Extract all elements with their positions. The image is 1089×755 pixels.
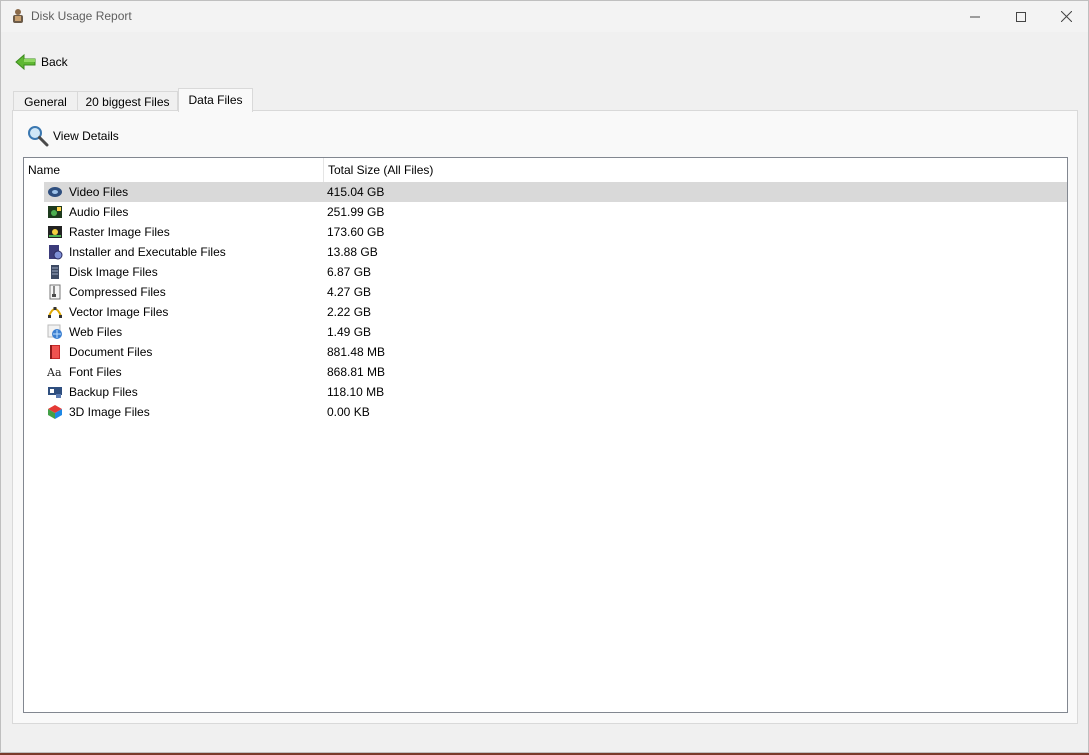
tab-data-files[interactable]: Data Files	[178, 88, 253, 112]
back-label: Back	[41, 55, 68, 69]
font-icon: Aa	[47, 366, 62, 379]
raster-image-icon	[48, 226, 62, 238]
list-item-name: Compressed Files	[69, 285, 166, 299]
list-item[interactable]: Installer and Executable Files 13.88 GB	[24, 242, 1067, 262]
list-item-size: 173.60 GB	[327, 225, 385, 239]
list-item[interactable]: Document Files 881.48 MB	[24, 342, 1067, 362]
list-item-name: Backup Files	[69, 385, 138, 399]
list-item[interactable]: Aa Font Files 868.81 MB	[24, 362, 1067, 382]
window-title: Disk Usage Report	[31, 9, 132, 23]
close-button[interactable]	[1043, 1, 1089, 32]
compressed-icon	[49, 284, 61, 300]
list-item[interactable]: Raster Image Files 173.60 GB	[24, 222, 1067, 242]
list-item-name: Audio Files	[69, 205, 129, 219]
list-item[interactable]: Backup Files 118.10 MB	[24, 382, 1067, 402]
title-bar: Disk Usage Report	[1, 1, 1088, 32]
data-files-panel: View Details Name Total Size (All Files)…	[12, 110, 1078, 724]
list-item[interactable]: Disk Image Files 6.87 GB	[24, 262, 1067, 282]
list-header: Name Total Size (All Files)	[24, 158, 1067, 182]
list-item[interactable]: Audio Files 251.99 GB	[24, 202, 1067, 222]
list-item-size: 6.87 GB	[327, 265, 372, 279]
list-item-name: Installer and Executable Files	[69, 245, 226, 259]
back-button[interactable]: Back	[15, 51, 68, 73]
tab-20-biggest-files[interactable]: 20 biggest Files	[77, 91, 178, 111]
list-item-size: 881.48 MB	[327, 345, 386, 359]
web-icon	[47, 324, 62, 339]
back-arrow-icon	[15, 53, 36, 71]
close-icon	[1060, 11, 1072, 22]
magnifier-icon	[28, 126, 49, 147]
view-details-label: View Details	[53, 129, 119, 143]
maximize-button[interactable]	[998, 1, 1044, 32]
data-files-list[interactable]: Name Total Size (All Files) Video Files …	[23, 157, 1068, 713]
list-item[interactable]: Compressed Files 4.27 GB	[24, 282, 1067, 302]
document-icon	[50, 345, 60, 359]
list-item-size: 13.88 GB	[327, 245, 378, 259]
list-item[interactable]: Vector Image Files 2.22 GB	[24, 302, 1067, 322]
svg-text:Aa: Aa	[47, 366, 62, 379]
list-item-size: 0.00 KB	[327, 405, 370, 419]
audio-icon	[48, 206, 62, 218]
column-header-name[interactable]: Name	[24, 158, 324, 182]
app-window: Disk Usage Report Back General 20 bigges…	[0, 0, 1089, 753]
list-item-size: 868.81 MB	[327, 365, 386, 379]
video-icon	[48, 187, 62, 197]
backup-icon	[48, 387, 62, 398]
list-item-size: 2.22 GB	[327, 305, 372, 319]
list-item-name: Disk Image Files	[69, 265, 158, 279]
list-item-name: Document Files	[69, 345, 153, 359]
list-item-name: 3D Image Files	[69, 405, 150, 419]
list-item-name: Raster Image Files	[69, 225, 170, 239]
view-details-button[interactable]: View Details	[27, 124, 119, 148]
maximize-icon	[1016, 11, 1026, 22]
list-item-size: 415.04 GB	[327, 185, 385, 199]
vector-image-icon	[48, 307, 62, 318]
minimize-button[interactable]	[952, 1, 998, 32]
3d-image-icon	[48, 405, 62, 419]
list-item-size: 4.27 GB	[327, 285, 372, 299]
list-item[interactable]: 3D Image Files 0.00 KB	[24, 402, 1067, 422]
list-item-size: 251.99 GB	[327, 205, 385, 219]
list-item[interactable]: Web Files 1.49 GB	[24, 322, 1067, 342]
list-item[interactable]: Video Files 415.04 GB	[24, 182, 1067, 202]
list-item-size: 118.10 MB	[327, 385, 385, 399]
column-header-total-size[interactable]: Total Size (All Files)	[324, 158, 624, 182]
installer-icon	[49, 245, 63, 260]
disk-image-icon	[51, 265, 59, 279]
minimize-icon	[970, 16, 980, 17]
app-person-icon	[13, 9, 23, 23]
list-item-name: Vector Image Files	[69, 305, 169, 319]
list-item-name: Web Files	[69, 325, 123, 339]
list-item-name: Video Files	[69, 185, 129, 199]
list-item-name: Font Files	[69, 365, 122, 379]
list-item-size: 1.49 GB	[327, 325, 372, 339]
tab-general[interactable]: General	[13, 91, 78, 111]
